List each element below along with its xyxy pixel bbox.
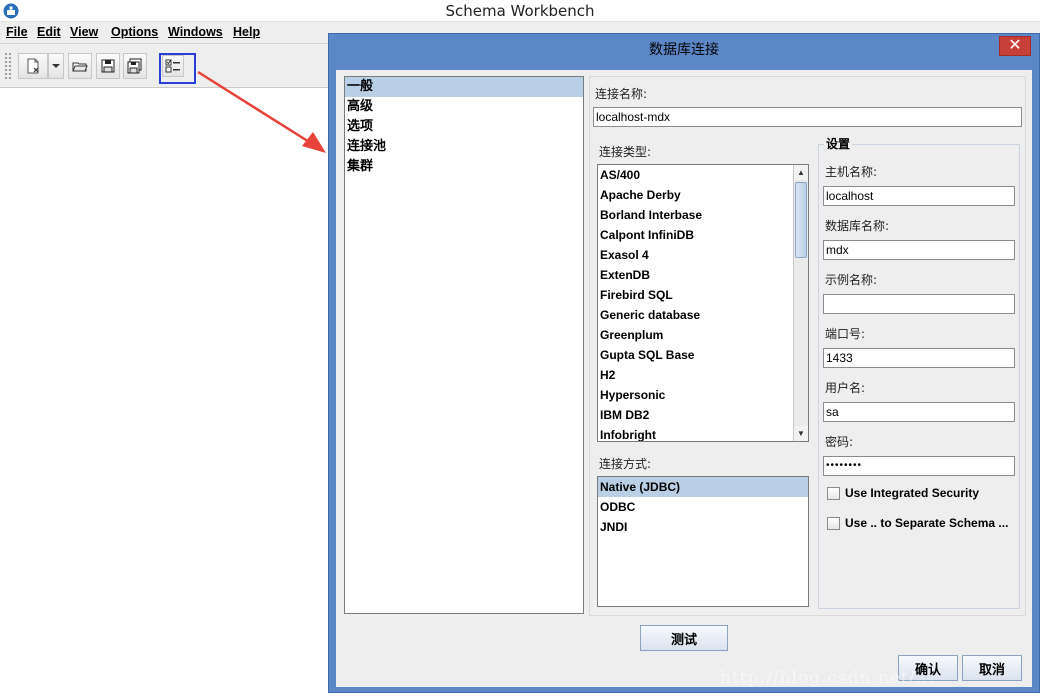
new-schema-icon [27, 58, 39, 74]
separate-schema-label: Use .. to Separate Schema ... [845, 516, 1009, 530]
connection-name-label: 连接名称: [595, 87, 648, 101]
test-button[interactable]: 测试 [640, 625, 728, 651]
dialog-body: 一般 高级 选项 连接池 集群 连接名称: localhost-mdx 连接类型… [336, 70, 1032, 687]
integrated-security-label: Use Integrated Security [845, 486, 980, 500]
list-item[interactable]: Infobright [598, 425, 793, 441]
database-connection-dialog: 数据库连接 ✕ 一般 高级 选项 连接池 集群 连接名称: localhost-… [328, 33, 1040, 693]
database-name-label: 数据库名称: [825, 219, 890, 233]
list-item[interactable]: Gupta SQL Base [598, 345, 793, 365]
scroll-thumb[interactable] [795, 182, 807, 258]
general-settings-panel: 连接名称: localhost-mdx 连接类型: AS/400 Apache … [589, 76, 1026, 616]
instance-name-label: 示例名称: [825, 273, 878, 287]
new-schema-button[interactable] [18, 53, 48, 79]
save-as-button[interactable] [123, 53, 147, 79]
menu-windows[interactable]: Windows [168, 25, 223, 39]
database-name-input[interactable]: mdx [823, 240, 1015, 260]
menu-edit[interactable]: Edit [37, 25, 61, 39]
category-list: 一般 高级 选项 连接池 集群 [344, 76, 584, 614]
scroll-up-icon[interactable]: ▲ [794, 165, 808, 180]
list-item[interactable]: Generic database [598, 305, 793, 325]
host-label: 主机名称: [825, 165, 878, 179]
new-dropdown-button[interactable] [48, 53, 64, 79]
port-label: 端口号: [825, 327, 866, 341]
save-button[interactable] [96, 53, 120, 79]
open-folder-icon [72, 62, 88, 72]
window-title: Schema Workbench [445, 2, 595, 20]
list-item[interactable]: ExtenDB [598, 265, 793, 285]
menu-file[interactable]: File [6, 25, 28, 39]
list-item[interactable]: JNDI [598, 517, 808, 537]
menu-view[interactable]: View [70, 25, 98, 39]
access-method-label: 连接方式: [599, 457, 652, 471]
category-item-general[interactable]: 一般 [345, 77, 583, 97]
category-item-pooling[interactable]: 连接池 [345, 137, 583, 157]
cancel-button[interactable]: 取消 [962, 655, 1022, 681]
list-item[interactable]: H2 [598, 365, 793, 385]
separate-schema-checkbox[interactable] [827, 516, 840, 530]
username-label: 用户名: [825, 381, 866, 395]
list-item[interactable]: Greenplum [598, 325, 793, 345]
separate-schema-row[interactable]: Use .. to Separate Schema ... [827, 516, 1008, 530]
host-input[interactable]: localhost [823, 186, 1015, 206]
open-button[interactable] [68, 53, 92, 79]
save-as-icon [127, 58, 142, 74]
username-input[interactable]: sa [823, 402, 1015, 422]
dropdown-arrow-icon [52, 64, 60, 68]
close-icon: ✕ [1008, 37, 1022, 54]
connection-name-input[interactable]: localhost-mdx [593, 107, 1022, 127]
port-input[interactable]: 1433 [823, 348, 1015, 368]
list-item[interactable]: Borland Interbase [598, 205, 793, 225]
menu-options[interactable]: Options [111, 25, 158, 39]
list-item[interactable]: Calpont InfiniDB [598, 225, 793, 245]
list-item[interactable]: ODBC [598, 497, 808, 517]
password-label: 密码: [825, 435, 854, 449]
connection-type-label: 连接类型: [599, 145, 652, 159]
title-bar: Schema Workbench [0, 0, 1040, 22]
list-item[interactable]: Native (JDBC) [598, 477, 808, 497]
close-button[interactable]: ✕ [999, 36, 1031, 56]
access-method-list: Native (JDBC) ODBC JNDI [597, 476, 809, 607]
settings-group-title: 设置 [824, 135, 853, 152]
menu-help[interactable]: Help [233, 25, 260, 39]
connection-type-list: AS/400 Apache Derby Borland Interbase Ca… [597, 164, 809, 442]
toolbar-grip[interactable] [4, 52, 12, 80]
dialog-title: 数据库连接 [649, 41, 719, 57]
list-item[interactable]: Hypersonic [598, 385, 793, 405]
settings-group: 设置 主机名称: localhost 数据库名称: mdx 示例名称: 端口号:… [818, 135, 1020, 609]
list-item[interactable]: IBM DB2 [598, 405, 793, 425]
instance-name-input[interactable] [823, 294, 1015, 314]
watermark: http://blog.csdn.net/... [720, 668, 935, 688]
save-icon [101, 59, 115, 73]
list-item[interactable]: Exasol 4 [598, 245, 793, 265]
scroll-down-icon[interactable]: ▼ [794, 426, 808, 441]
category-item-cluster[interactable]: 集群 [345, 157, 583, 177]
list-item[interactable]: Apache Derby [598, 185, 793, 205]
integrated-security-checkbox[interactable] [827, 486, 840, 500]
annotation-highlight-box [159, 53, 196, 84]
category-item-advanced[interactable]: 高级 [345, 97, 583, 117]
category-item-options[interactable]: 选项 [345, 117, 583, 137]
vertical-scrollbar[interactable]: ▲ ▼ [793, 165, 808, 441]
integrated-security-row[interactable]: Use Integrated Security [827, 486, 979, 500]
list-item[interactable]: Firebird SQL [598, 285, 793, 305]
password-input[interactable]: •••••••• [823, 456, 1015, 476]
list-item[interactable]: AS/400 [598, 165, 793, 185]
